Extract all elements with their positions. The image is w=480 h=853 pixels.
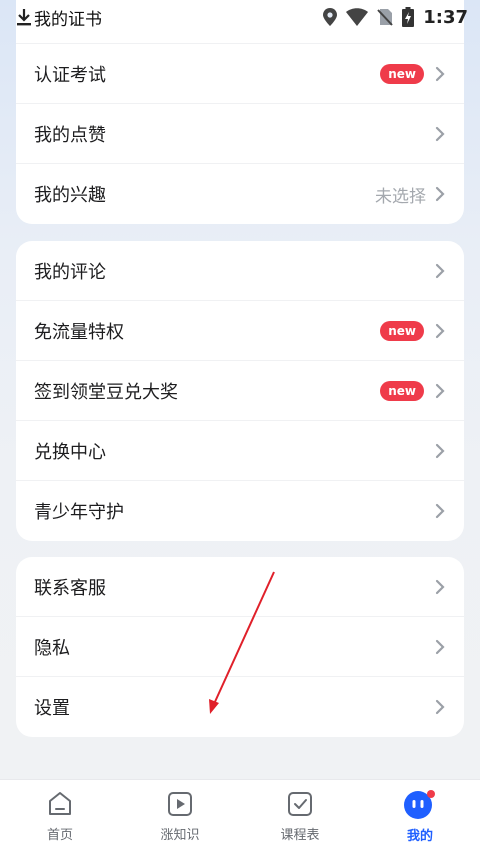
menu-item-youth-protection[interactable]: 青少年守护 [16, 481, 464, 541]
battery-charging-icon [402, 7, 415, 27]
chevron-right-icon [435, 126, 445, 141]
play-icon [168, 792, 192, 816]
menu-item-customer-service[interactable]: 联系客服 [16, 557, 464, 617]
menu-card-3: 联系客服 隐私 设置 [16, 557, 464, 737]
menu-item-my-interests[interactable]: 我的兴趣 未选择 [16, 164, 464, 224]
tab-label: 课程表 [280, 828, 320, 843]
menu-item-label: 设置 [34, 698, 70, 719]
wifi-icon [346, 8, 369, 26]
new-badge: new [380, 380, 424, 401]
menu-item-my-comments[interactable]: 我的评论 [16, 241, 464, 301]
interest-status: 未选择 [375, 186, 426, 207]
new-badge: new [380, 320, 424, 341]
menu-item-exchange-center[interactable]: 兑换中心 [16, 421, 464, 481]
menu-item-label: 我的兴趣 [34, 185, 106, 206]
menu-item-label: 隐私 [34, 637, 70, 659]
tab-knowledge[interactable]: 涨知识 [120, 790, 240, 843]
menu-item-label: 我的点赞 [34, 124, 106, 146]
chevron-right-icon [435, 323, 445, 338]
menu-item-label: 我的评论 [34, 261, 106, 283]
chevron-right-icon [435, 383, 445, 398]
menu-item-settings[interactable]: 设置 [16, 677, 464, 737]
menu-item-label: 签到领堂豆兑大奖 [34, 381, 178, 403]
menu-item-label: 青少年守护 [34, 502, 124, 523]
checklist-icon [288, 792, 312, 816]
menu-item-my-likes[interactable]: 我的点赞 [16, 104, 464, 164]
tab-label: 我的 [406, 829, 433, 844]
chevron-right-icon [435, 443, 445, 458]
chevron-right-icon [435, 66, 445, 81]
menu-item-free-data[interactable]: 免流量特权 new [16, 301, 464, 361]
location-icon [323, 8, 338, 26]
menu-item-check-in-rewards[interactable]: 签到领堂豆兑大奖 new [16, 361, 464, 421]
status-time: 1:37 [423, 6, 468, 28]
home-icon [49, 792, 71, 815]
chevron-right-icon [435, 503, 445, 519]
profile-face-icon [404, 790, 435, 819]
chevron-right-icon [435, 579, 445, 594]
tab-label: 涨知识 [160, 828, 200, 843]
bottom-tab-bar: 首页 涨知识 课程表 我的 [0, 779, 480, 853]
chevron-right-icon [435, 639, 445, 654]
status-bar: 我的证书 1:37 [0, 0, 480, 34]
menu-item-certification-exam[interactable]: 认证考试 new [16, 44, 464, 104]
chevron-right-icon [435, 699, 445, 715]
tab-schedule[interactable]: 课程表 [240, 790, 360, 843]
menu-card-2: 我的评论 免流量特权 new 签到领堂豆兑大奖 new 兑换中心 青少年守护 [16, 241, 464, 541]
tab-home[interactable]: 首页 [0, 790, 120, 843]
menu-item-label: 认证考试 [34, 64, 106, 86]
menu-item-label: 联系客服 [34, 577, 106, 599]
chevron-right-icon [435, 263, 445, 278]
download-icon [17, 9, 31, 26]
tab-label: 首页 [46, 828, 73, 843]
chevron-right-icon [435, 186, 445, 202]
no-sim-icon [377, 9, 393, 26]
menu-item-privacy[interactable]: 隐私 [16, 617, 464, 677]
tab-mine[interactable]: 我的 [360, 789, 480, 844]
menu-item-label: 兑换中心 [34, 441, 106, 463]
new-badge: new [380, 63, 424, 84]
menu-item-label: 免流量特权 [34, 321, 124, 343]
page-title: 我的证书 [34, 9, 102, 30]
